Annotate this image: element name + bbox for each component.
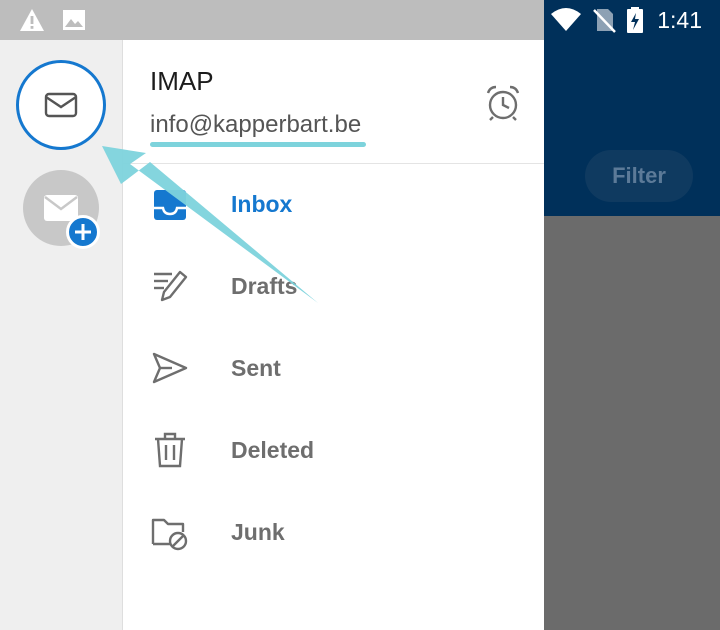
folder-deleted[interactable]: Deleted: [123, 411, 544, 493]
inbox-icon: [154, 190, 186, 220]
folder-label: Sent: [231, 355, 281, 381]
email-highlight-underline: [150, 142, 366, 147]
battery-charging-icon: [627, 7, 643, 33]
account-type: IMAP: [150, 66, 214, 96]
folder-label: Deleted: [231, 437, 315, 463]
folder-label: Drafts: [231, 273, 298, 299]
folder-label: Inbox: [231, 191, 293, 217]
folder-junk[interactable]: Junk: [123, 493, 544, 575]
status-bar-right: 1:41: [544, 0, 720, 40]
warning-icon: [20, 9, 44, 31]
folder-label: Junk: [231, 519, 285, 545]
account-email: info@kapperbart.be: [150, 111, 362, 138]
drafts-icon: [154, 270, 188, 302]
drawer-divider: [123, 163, 544, 164]
trash-icon: [155, 432, 185, 468]
folder-inbox[interactable]: Inbox: [123, 165, 544, 247]
junk-folder-icon: [151, 518, 188, 551]
sent-icon: [152, 352, 188, 384]
no-sim-icon: [593, 9, 616, 33]
plus-icon: [75, 224, 91, 240]
alarm-clock-icon[interactable]: [484, 84, 522, 122]
account-avatar-selected[interactable]: [16, 60, 106, 150]
mail-icon: [44, 92, 78, 118]
filter-button[interactable]: Filter: [585, 150, 693, 202]
folder-drafts[interactable]: Drafts: [123, 247, 544, 329]
status-clock: 1:41: [657, 7, 702, 33]
app-body-scrim: [544, 216, 720, 630]
folder-sent[interactable]: Sent: [123, 329, 544, 411]
status-bar-left: [0, 0, 544, 40]
wifi-icon: [551, 8, 581, 31]
image-icon: [63, 10, 85, 30]
add-account-button[interactable]: [66, 215, 100, 249]
